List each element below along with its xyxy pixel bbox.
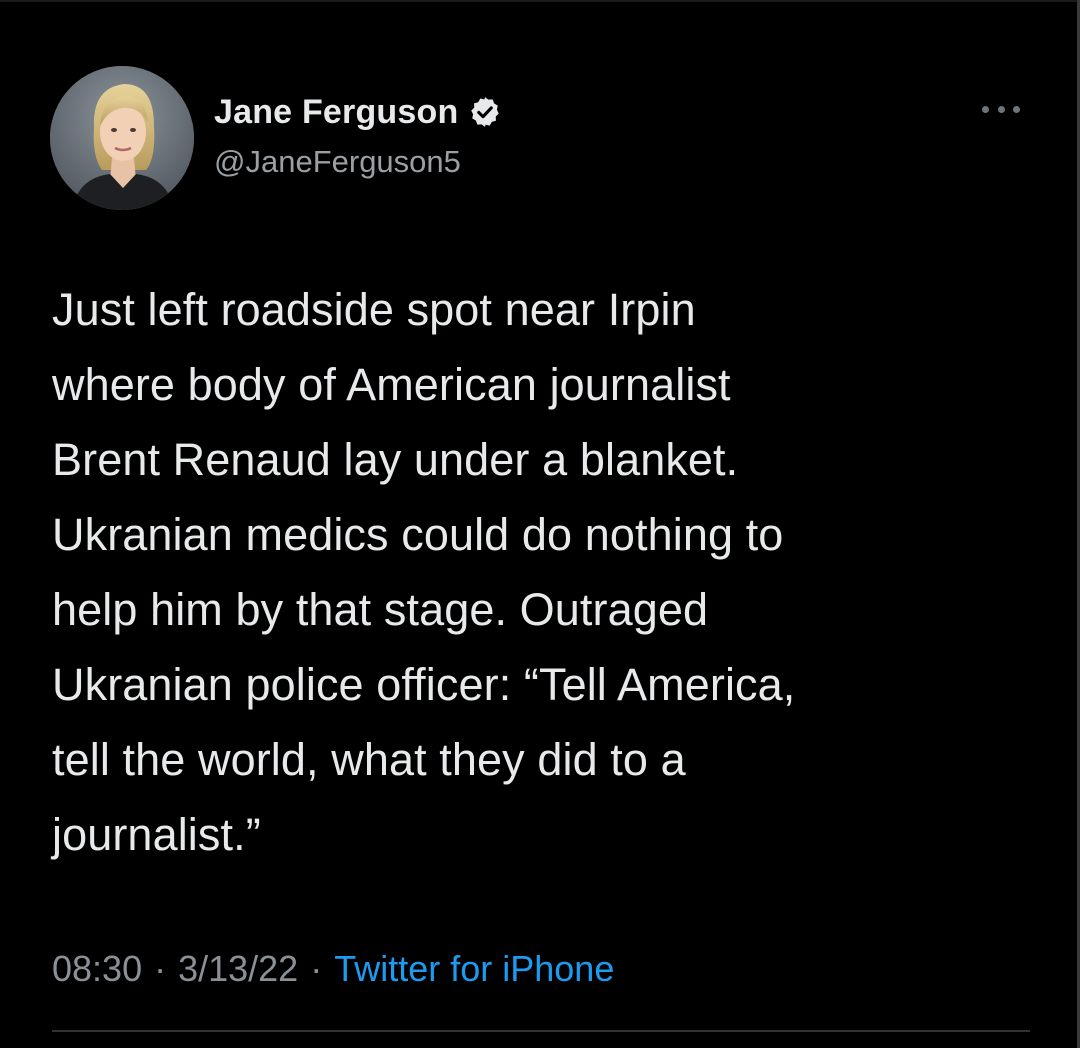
author-display-name[interactable]: Jane Ferguson [214,93,458,132]
more-dot [1013,105,1020,113]
meta-separator: · [310,948,323,989]
author-handle[interactable]: @JaneFerguson5 [214,144,461,180]
avatar[interactable] [50,66,194,210]
tweet-meta: 08:30 · 3/13/22 · Twitter for iPhone [52,948,614,990]
tweet-source-link[interactable]: Twitter for iPhone [334,948,614,990]
divider [52,1030,1030,1032]
author-name-row: Jane Ferguson [214,92,502,132]
screenshot-frame: Jane Ferguson @JaneFerguson5 Just left r… [0,0,1080,1048]
more-dot [997,105,1005,113]
meta-separator: · [154,948,167,989]
verified-badge-icon [468,95,502,129]
avatar-image [50,66,194,210]
tweet: Jane Ferguson @JaneFerguson5 Just left r… [0,0,1080,1048]
tweet-date[interactable]: 3/13/22 [178,948,298,990]
more-dot [982,105,989,113]
tweet-text: Just left roadside spot near Irpin where… [52,284,796,860]
tweet-time[interactable]: 08:30 [52,948,142,990]
more-options-icon[interactable] [982,98,1020,120]
